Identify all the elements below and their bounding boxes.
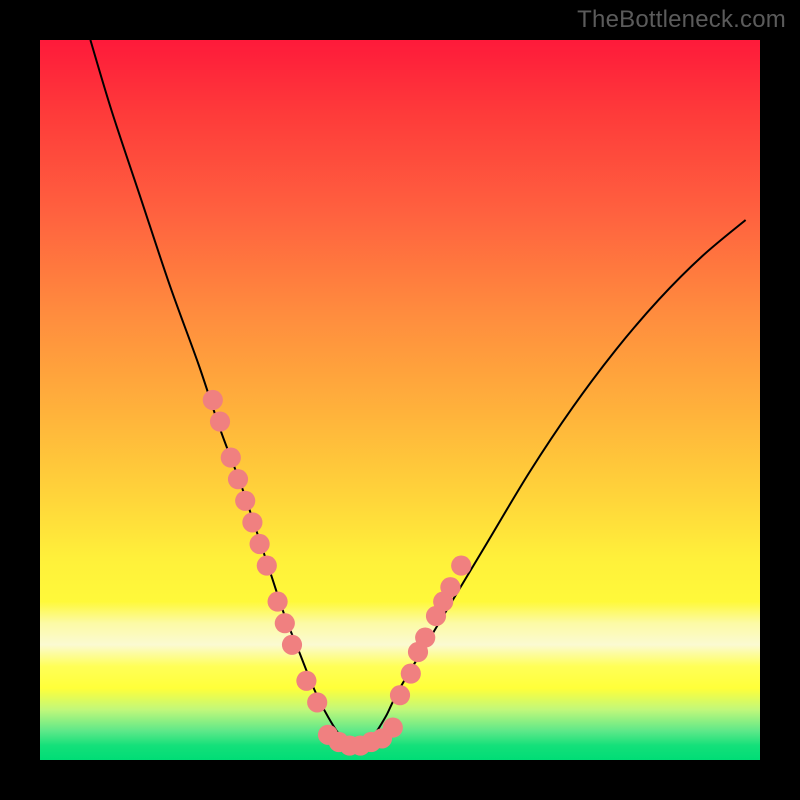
data-point (390, 685, 410, 705)
chart-svg (40, 40, 760, 760)
data-point (210, 412, 230, 432)
watermark-text: TheBottleneck.com (577, 6, 786, 34)
data-point (282, 635, 302, 655)
data-point (383, 718, 403, 738)
data-point (203, 390, 223, 410)
data-point (228, 469, 248, 489)
data-point (401, 664, 421, 684)
data-point (257, 556, 277, 576)
data-point (307, 692, 327, 712)
chart-frame: TheBottleneck.com (0, 0, 800, 800)
data-point (242, 512, 262, 532)
scatter-dots (203, 390, 472, 756)
data-point (250, 534, 270, 554)
data-point (275, 613, 295, 633)
data-point (296, 671, 316, 691)
data-point (268, 592, 288, 612)
data-point (415, 628, 435, 648)
plot-area (40, 40, 760, 760)
data-point (440, 577, 460, 597)
data-point (221, 448, 241, 468)
data-point (235, 491, 255, 511)
data-point (451, 556, 471, 576)
